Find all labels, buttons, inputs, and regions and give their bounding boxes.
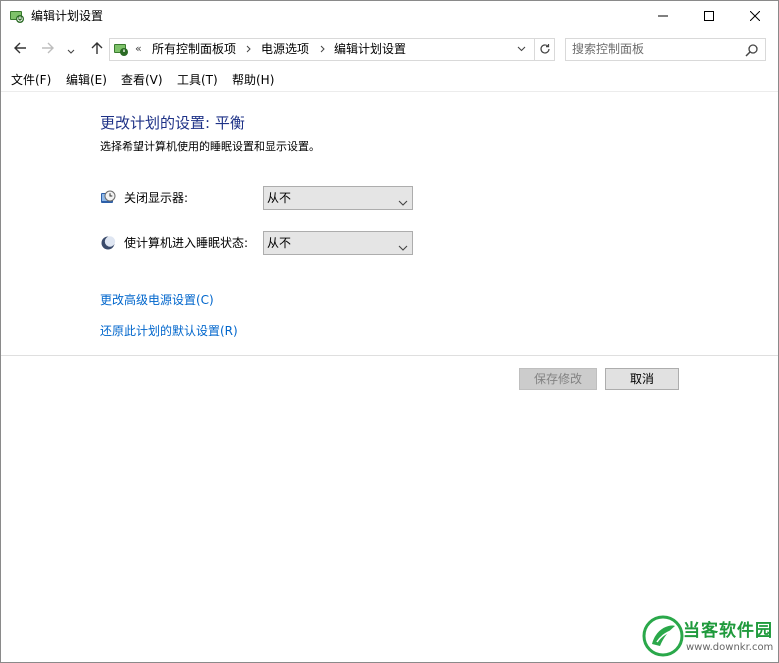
watermark: 当客软件园 www.downkr.com: [640, 614, 779, 662]
close-button[interactable]: [732, 1, 778, 31]
menu-edit[interactable]: 编辑(E): [66, 73, 107, 87]
menu-view[interactable]: 查看(V): [121, 73, 163, 87]
forward-button[interactable]: [38, 39, 58, 59]
breadcrumb-separator-icon[interactable]: [246, 41, 252, 63]
window: 编辑计划设置 « 所有控制面板项 电源选项 编辑计划设置 搜索控制面板 文件(F…: [0, 0, 779, 663]
minimize-button[interactable]: [640, 1, 686, 31]
maximize-icon: [704, 11, 714, 21]
sleep-value: 从不: [267, 236, 292, 250]
watermark-logo-icon: [642, 614, 684, 658]
chevron-down-icon: [67, 40, 75, 59]
display-off-value: 从不: [267, 191, 292, 205]
sleep-moon-icon: [100, 235, 116, 251]
arrow-left-icon: [13, 40, 27, 59]
arrow-up-icon: [90, 40, 104, 59]
menu-tools[interactable]: 工具(T): [177, 73, 218, 87]
recent-locations-button[interactable]: [64, 39, 78, 59]
power-options-icon: [9, 8, 25, 24]
minimize-icon: [658, 11, 668, 21]
search-box[interactable]: [565, 38, 766, 61]
display-off-label: 关闭显示器:: [124, 191, 189, 205]
refresh-button[interactable]: [534, 39, 555, 60]
save-changes-button[interactable]: 保存修改: [519, 368, 597, 390]
arrow-right-icon: [41, 40, 55, 59]
menu-help[interactable]: 帮助(H): [232, 73, 274, 87]
section-divider: [1, 355, 778, 356]
watermark-name: 当客软件园: [683, 621, 773, 641]
search-input[interactable]: [572, 41, 732, 57]
display-off-select[interactable]: 从不: [263, 186, 413, 210]
cancel-button[interactable]: 取消: [605, 368, 679, 390]
search-icon[interactable]: [745, 42, 759, 57]
menu-file[interactable]: 文件(F): [11, 73, 51, 87]
address-dropdown-button[interactable]: [514, 42, 528, 56]
power-options-icon: [113, 41, 129, 57]
display-timer-icon: [100, 190, 116, 206]
watermark-url: www.downkr.com: [686, 642, 774, 653]
maximize-button[interactable]: [686, 1, 732, 31]
breadcrumb-item[interactable]: 所有控制面板项: [152, 41, 236, 57]
menu-bar: 文件(F) 编辑(E) 查看(V) 工具(T) 帮助(H): [1, 69, 778, 91]
chevron-down-icon: [398, 193, 408, 206]
page-title: 更改计划的设置: 平衡: [100, 114, 245, 132]
refresh-icon: [539, 40, 551, 59]
chevron-down-icon: [398, 238, 408, 251]
breadcrumb-item[interactable]: 编辑计划设置: [334, 41, 406, 57]
title-bar[interactable]: 编辑计划设置: [1, 1, 778, 31]
advanced-power-settings-link[interactable]: 更改高级电源设置(C): [100, 293, 214, 307]
page-subtitle: 选择希望计算机使用的睡眠设置和显示设置。: [100, 140, 320, 153]
sleep-select[interactable]: 从不: [263, 231, 413, 255]
close-icon: [750, 11, 760, 21]
window-title: 编辑计划设置: [31, 9, 104, 23]
breadcrumb-overflow[interactable]: «: [135, 41, 142, 57]
navigation-bar: « 所有控制面板项 电源选项 编辑计划设置: [1, 35, 778, 63]
up-button[interactable]: [87, 39, 107, 59]
breadcrumb-item[interactable]: 电源选项: [261, 41, 309, 57]
back-button[interactable]: [10, 39, 30, 59]
restore-defaults-link[interactable]: 还原此计划的默认设置(R): [100, 324, 238, 338]
sleep-label: 使计算机进入睡眠状态:: [124, 236, 249, 250]
breadcrumb-separator-icon[interactable]: [320, 41, 326, 63]
menu-divider: [1, 91, 778, 92]
address-bar[interactable]: « 所有控制面板项 电源选项 编辑计划设置: [109, 38, 555, 61]
